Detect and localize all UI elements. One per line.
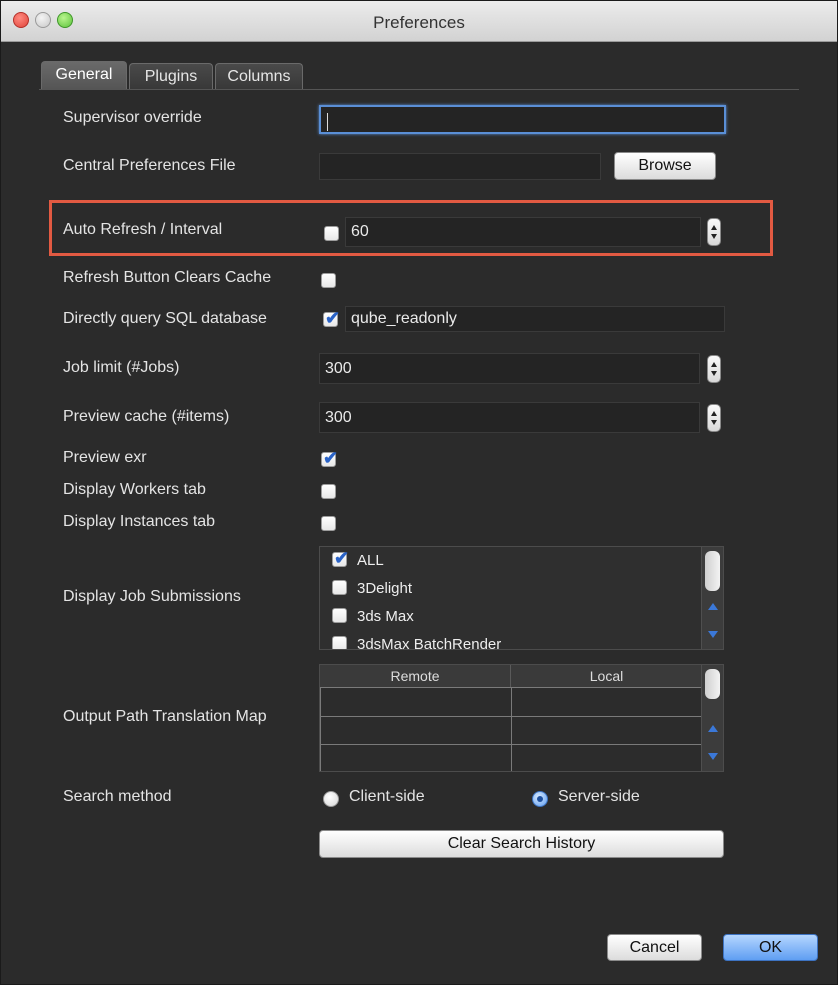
column-header-local[interactable]: Local [511,665,703,687]
checkmark-icon: ✔ [325,308,341,328]
table-col-divider [511,687,512,771]
supervisor-override-input[interactable] [319,105,726,134]
list-item[interactable]: 3ds Max [332,607,414,631]
display-workers-tab-checkbox[interactable] [321,484,336,499]
scroll-up-icon[interactable] [708,603,718,610]
central-preferences-input[interactable] [319,153,601,180]
job-limit-label: Job limit (#Jobs) [63,359,180,376]
auto-refresh-checkbox[interactable] [324,226,339,241]
refresh-clears-cache-checkbox[interactable] [321,273,336,288]
central-preferences-label: Central Preferences File [63,157,236,174]
checkmark-icon: ✔ [323,448,339,468]
preview-exr-label: Preview exr [63,449,147,466]
output-path-map-label: Output Path Translation Map [63,708,267,725]
scroll-thumb[interactable] [705,551,720,591]
server-side-label[interactable]: Server-side [558,788,640,806]
window-title: Preferences [373,13,465,32]
direct-sql-checkbox[interactable]: ✔ [323,308,341,328]
preview-cache-stepper[interactable] [707,404,721,432]
cancel-button[interactable]: Cancel [607,934,702,961]
scroll-thumb[interactable] [705,669,720,699]
tab-columns[interactable]: Columns [215,63,303,89]
output-path-map-scrollbar[interactable] [701,665,723,771]
list-item-label: 3dsMax BatchRender [357,635,502,650]
column-header-remote[interactable]: Remote [320,665,511,687]
scroll-up-icon[interactable] [708,725,718,732]
display-workers-tab-label: Display Workers tab [63,481,206,498]
job-submissions-label: Display Job Submissions [63,588,241,605]
scroll-down-icon[interactable] [708,753,718,760]
job-limit-stepper[interactable] [707,355,721,383]
list-item[interactable]: 3Delight [332,579,412,603]
title-bar[interactable]: Preferences [1,1,837,42]
table-col-divider [320,687,321,771]
supervisor-override-label: Supervisor override [63,109,202,126]
browse-button[interactable]: Browse [614,152,716,180]
display-instances-tab-checkbox[interactable] [321,516,336,531]
list-item-label: ALL [357,551,384,569]
server-side-radio[interactable] [532,791,548,807]
client-side-label[interactable]: Client-side [349,788,425,806]
job-submissions-list[interactable]: ✔ ALL 3Delight 3ds Max 3dsMax BatchRender [319,546,724,650]
job-type-checkbox[interactable] [332,579,347,595]
tab-plugins[interactable]: Plugins [129,63,213,89]
ok-button[interactable]: OK [723,934,818,961]
sql-user-input[interactable]: qube_readonly [345,306,725,332]
auto-refresh-label: Auto Refresh / Interval [63,221,223,238]
job-limit-input[interactable]: 300 [319,353,700,384]
checkmark-icon: ✔ [334,547,350,568]
refresh-clears-cache-label: Refresh Button Clears Cache [63,269,272,286]
direct-sql-label: Directly query SQL database [63,310,267,327]
auto-refresh-stepper[interactable] [707,218,721,246]
client-side-radio[interactable] [323,791,339,807]
preview-exr-checkbox[interactable]: ✔ [321,448,339,468]
text-caret [327,113,328,131]
list-item-label: 3ds Max [357,607,414,625]
preferences-window: Preferences General Plugins Columns Supe… [0,0,838,985]
scroll-down-icon[interactable] [708,631,718,638]
clear-search-history-button[interactable]: Clear Search History [319,830,724,858]
list-item[interactable]: 3dsMax BatchRender [332,635,502,650]
display-instances-tab-label: Display Instances tab [63,513,216,530]
output-path-map-table[interactable]: Remote Local [319,664,724,772]
job-type-checkbox[interactable] [332,607,347,623]
auto-refresh-interval-input[interactable]: 60 [345,217,701,247]
tab-pane-divider [39,89,799,90]
list-item-label: 3Delight [357,579,413,597]
tab-general[interactable]: General [41,61,127,89]
preview-cache-input[interactable]: 300 [319,402,700,433]
search-method-label: Search method [63,788,172,805]
job-type-checkbox[interactable]: ✔ [332,547,350,568]
job-type-checkbox[interactable] [332,635,347,649]
preview-cache-label: Preview cache (#items) [63,408,230,425]
list-item[interactable]: ✔ ALL [332,547,384,575]
job-submissions-scrollbar[interactable] [701,547,723,649]
